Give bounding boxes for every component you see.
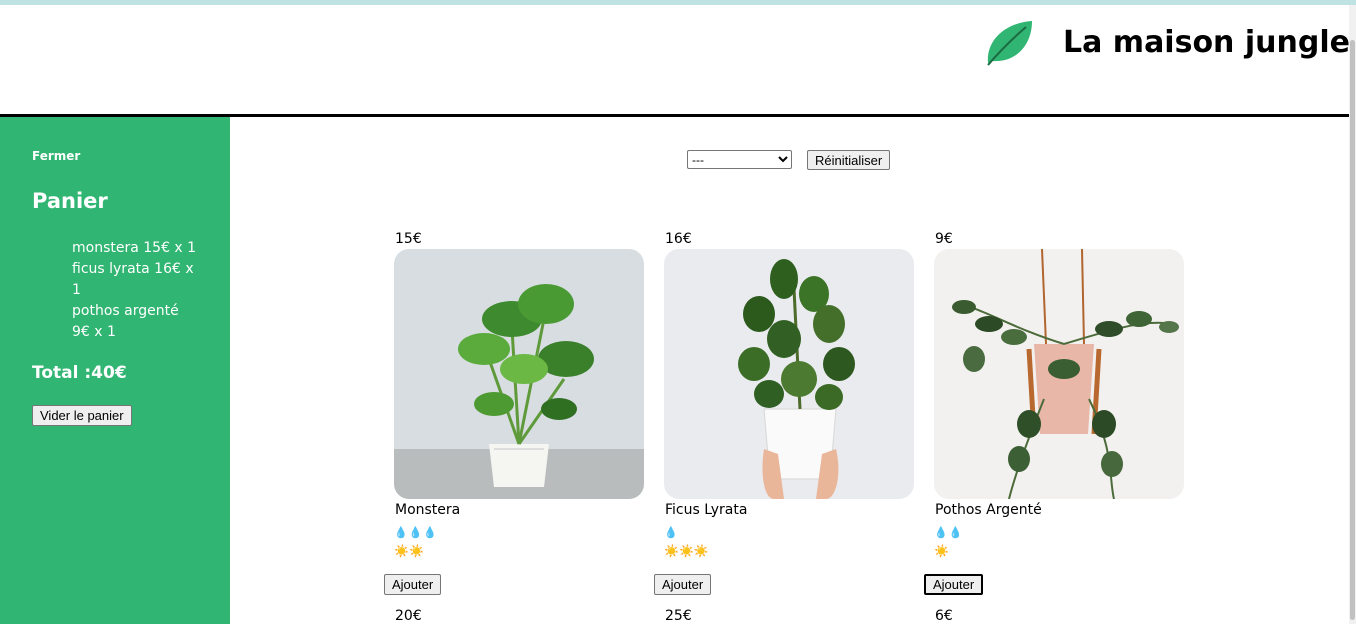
cart-item: ficus lyrata 16€ x 1 — [72, 261, 194, 298]
plant-price: 9€ — [935, 231, 953, 247]
sun-icon: ☀️☀️ — [394, 544, 424, 558]
water-drop-icon: 💧💧💧 — [394, 527, 439, 539]
plant-price: 25€ — [665, 608, 692, 624]
add-to-cart-button[interactable]: Ajouter — [384, 574, 442, 595]
add-to-cart-button[interactable]: Ajouter — [924, 574, 984, 595]
plant-price: 6€ — [935, 608, 953, 624]
plant-name: Ficus Lyrata — [665, 502, 748, 518]
water-drop-icon: 💧 — [664, 527, 679, 539]
plant-price: 20€ — [395, 608, 422, 624]
leaf-icon — [987, 21, 1032, 66]
plant-price: 16€ — [665, 231, 692, 247]
add-to-cart-button[interactable]: Ajouter — [654, 574, 712, 595]
cart-item: monstera 15€ x 1 — [72, 240, 197, 256]
plant-image-monstera[interactable] — [394, 249, 644, 499]
sun-icon: ☀️ — [934, 544, 949, 558]
cart-total: Total :40€ — [32, 363, 127, 383]
plant-image-ficus-lyrata[interactable] — [664, 249, 914, 499]
brand-title: La maison jungle — [1063, 25, 1350, 60]
close-cart-button[interactable]: Fermer — [32, 149, 80, 163]
plant-name: Monstera — [395, 502, 461, 518]
plant-image-pothos-argente[interactable] — [934, 249, 1184, 499]
cart-sidebar: Fermer Panier monstera 15€ x 1 ficus lyr… — [0, 117, 230, 624]
sun-icon: ☀️☀️☀️ — [664, 544, 709, 558]
page-scrollbar[interactable] — [1349, 5, 1356, 624]
plant-name: Pothos Argenté — [935, 502, 1042, 518]
site-header: La maison jungle — [0, 5, 1350, 114]
cart-item-list: monstera 15€ x 1 ficus lyrata 16€ x 1 po… — [72, 238, 197, 343]
empty-cart-button[interactable]: Vider le panier — [32, 405, 132, 426]
reset-filter-button[interactable]: Réinitialiser — [807, 150, 891, 170]
water-drop-icon: 💧💧 — [934, 527, 964, 539]
cart-title: Panier — [32, 189, 108, 213]
category-filter-select[interactable]: --- — [687, 150, 792, 169]
plant-price: 15€ — [395, 231, 422, 247]
cart-item: pothos argenté 9€ x 1 — [72, 303, 179, 340]
scrollbar-thumb[interactable] — [1350, 40, 1355, 620]
